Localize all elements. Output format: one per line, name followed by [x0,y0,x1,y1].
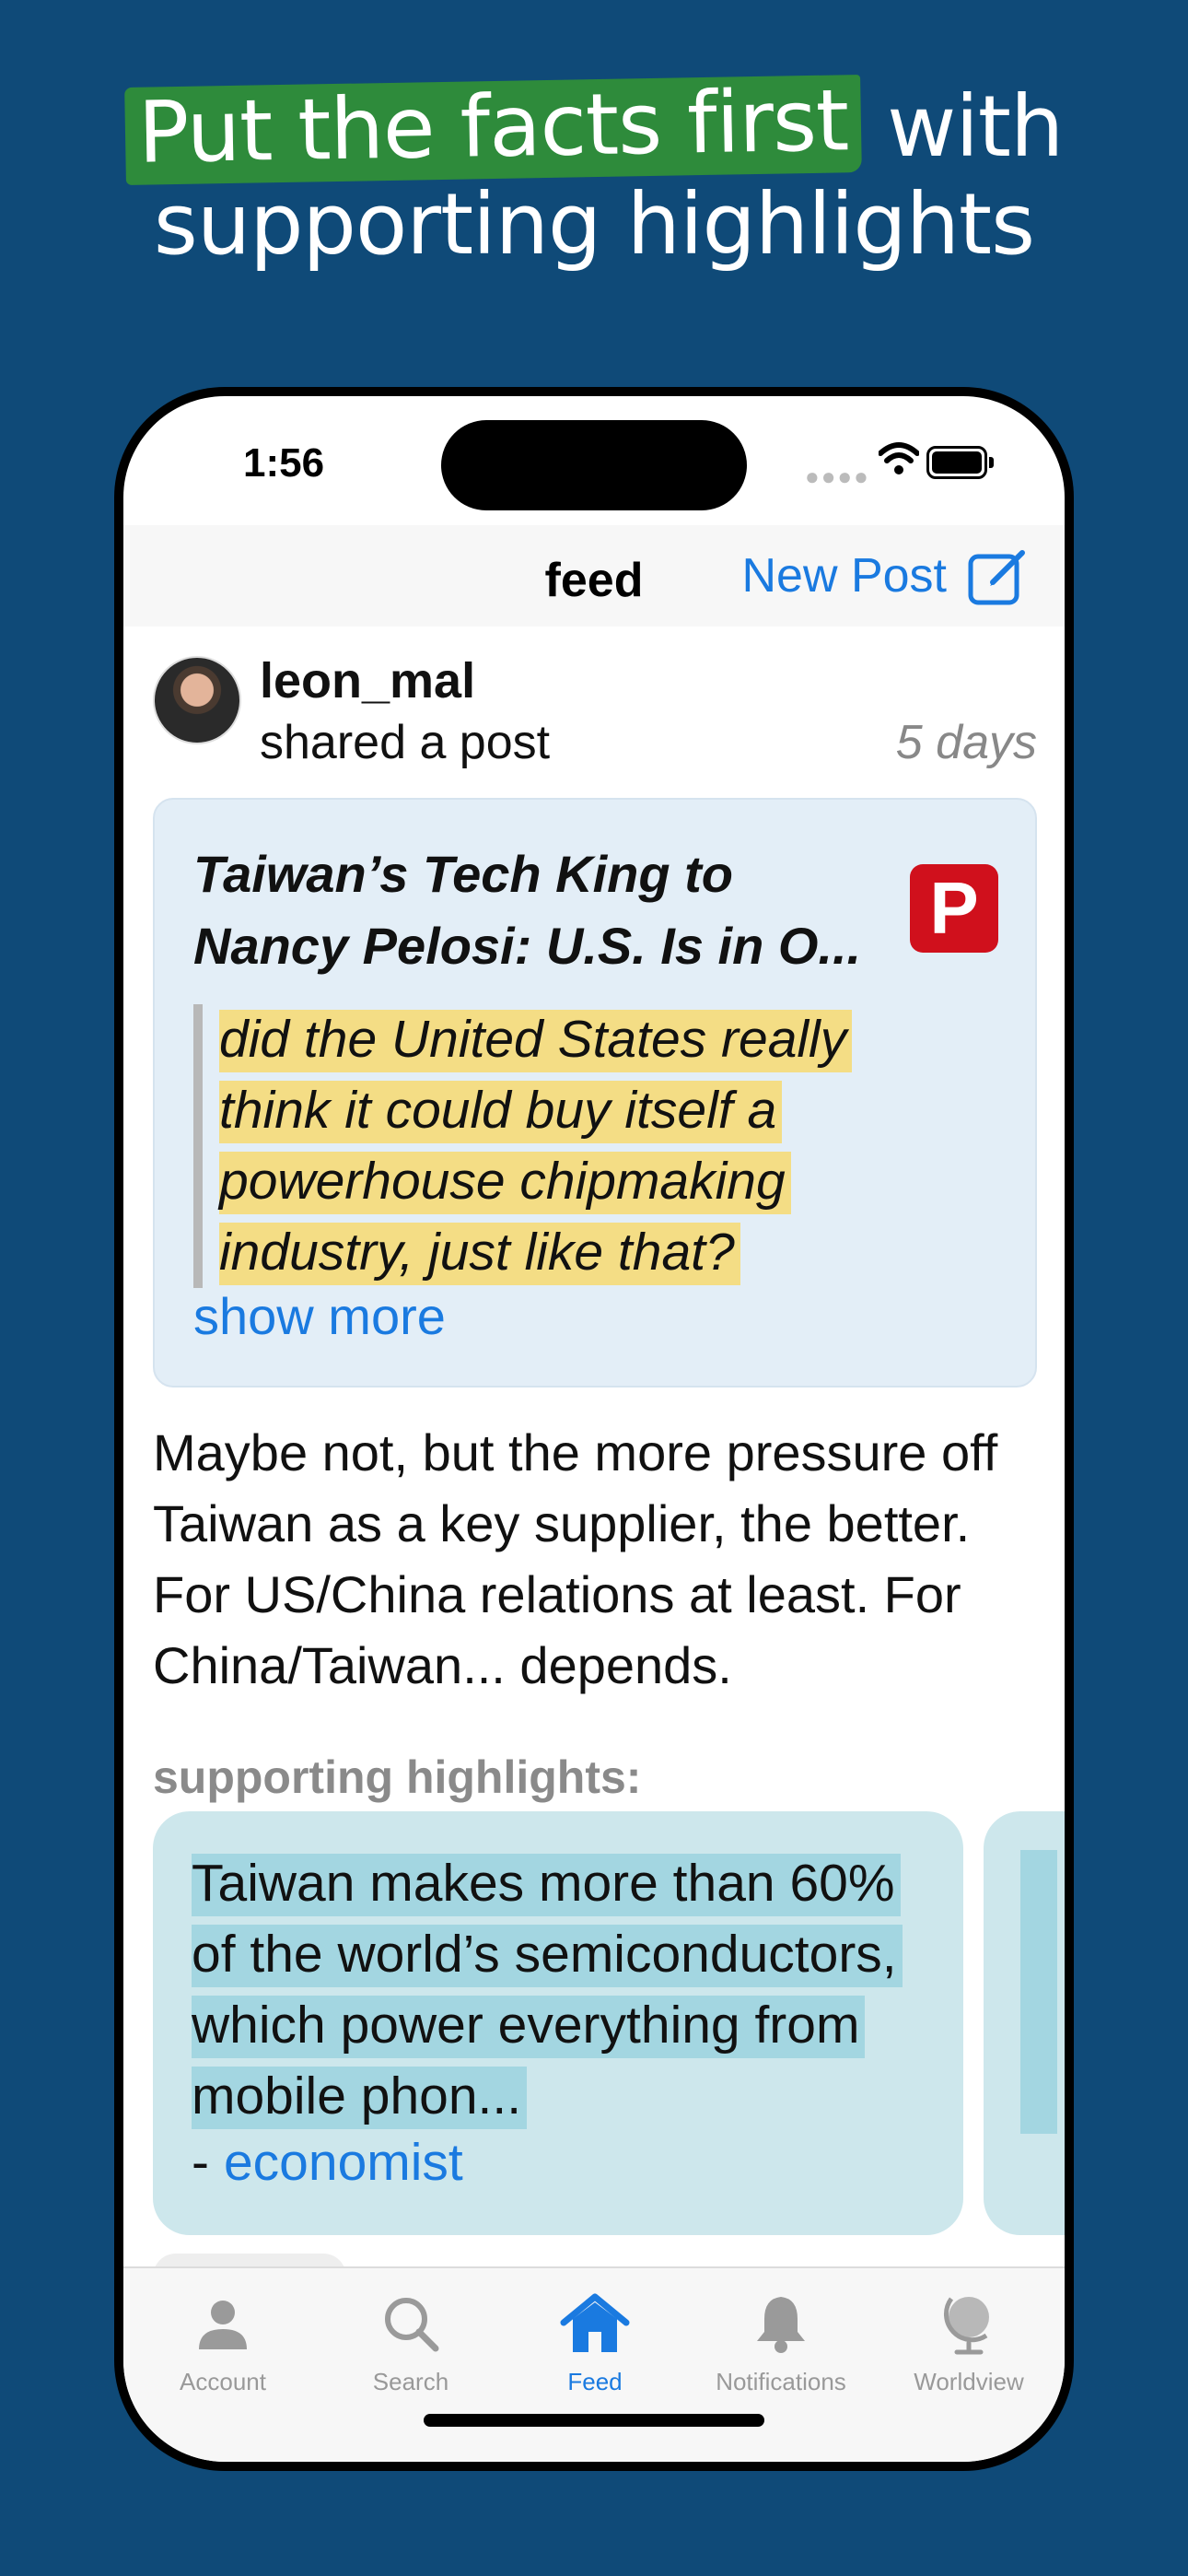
tab-search[interactable]: Search [317,2285,505,2396]
post-time: 5 days [895,716,1037,769]
compose-icon [968,550,1025,605]
show-more-link[interactable]: show more [193,1286,446,1346]
highlight-card-next-peek [1020,1850,1057,2134]
highlight-card[interactable]: Taiwan makes more than 60% of the world’… [153,1811,963,2235]
tab-worldview-label: Worldview [914,2368,1024,2395]
post-comment: Maybe not, but the more pressure off Tai… [153,1423,998,1694]
article-card[interactable]: Taiwan’s Tech King to Nancy Pelosi: U.S.… [153,798,1037,1388]
avatar[interactable] [153,656,241,744]
tab-account[interactable]: Account [129,2285,317,2396]
quote-text: did the United States really think it co… [219,1010,853,1285]
highlight-source-link[interactable]: economist [224,2133,463,2192]
article-quote: did the United States really think it co… [193,1004,919,1288]
wifi-icon [879,442,919,474]
highlight-source-dash: - [192,2133,209,2192]
tab-search-label: Search [372,2368,449,2395]
post-username[interactable]: leon_mal [260,652,475,709]
dynamic-island [441,420,747,510]
supporting-highlights-label: supporting highlights: [153,1751,642,1803]
article-title[interactable]: Taiwan’s Tech King to Nancy Pelosi: U.S.… [193,838,893,982]
post-action: shared a post [260,716,551,769]
person-icon [199,2301,247,2349]
home-indicator[interactable] [424,2414,764,2427]
nav-bar: feed New Post [123,525,1065,626]
home-icon [560,2293,630,2352]
tab-feed[interactable]: Feed [501,2285,689,2396]
publication-logo-icon: P [910,864,998,953]
new-post-label: New Post [741,549,947,603]
new-post-button[interactable]: New Post [741,545,1028,606]
signal-icon: ●●●● [805,463,870,490]
post-header: leon_mal shared a post 5 days [153,653,1037,769]
headline-highlight: Put the facts first [123,71,862,185]
phone-frame: 1:56 ●●●● feed New Post leon_mal shared … [114,387,1074,2471]
tab-bar: Account Search Feed Notifications Worldv… [123,2266,1065,2462]
headline-rest: with [860,77,1064,176]
tab-notifications-label: Notifications [716,2368,846,2395]
highlight-card-next[interactable] [984,1811,1065,2235]
globe-icon [943,2297,989,2355]
highlight-source: - economist [192,2132,463,2193]
highlight-text: Taiwan makes more than 60% of the world’… [192,1854,903,2129]
status-time: 1:56 [243,440,325,486]
search-icon [385,2298,439,2352]
bell-icon [757,2297,805,2353]
tab-feed-label: Feed [567,2368,623,2395]
tab-worldview[interactable]: Worldview [875,2285,1063,2396]
tab-account-label: Account [180,2368,266,2395]
marketing-headline: Put the facts first with supporting high… [0,71,1188,274]
phone-screen: 1:56 ●●●● feed New Post leon_mal shared … [123,396,1065,2462]
battery-icon [926,446,994,479]
headline-line-1: Put the facts first with [0,71,1188,185]
headline-line-2: supporting highlights [153,175,1035,274]
tab-notifications[interactable]: Notifications [687,2285,875,2396]
